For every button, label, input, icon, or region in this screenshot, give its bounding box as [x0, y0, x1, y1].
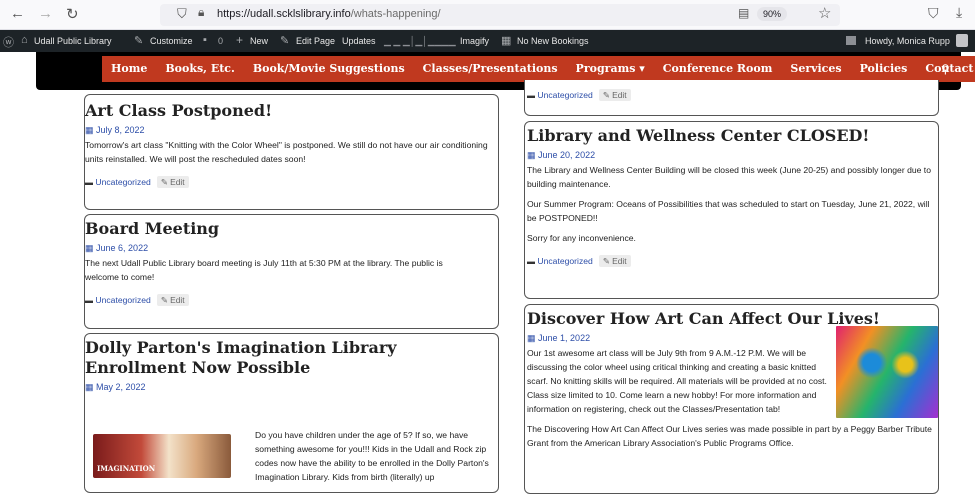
- category-link[interactable]: ▬ Uncategorized: [527, 90, 593, 100]
- lock-icon[interactable]: 🔒︎: [198, 5, 204, 20]
- wordpress-icon[interactable]: ⓦ: [3, 34, 14, 50]
- bookmark-star-icon[interactable]: ☆: [818, 4, 831, 22]
- site-name-link[interactable]: Udall Public Library: [34, 36, 112, 46]
- new-link[interactable]: New: [250, 36, 268, 46]
- edit-pencil-icon[interactable]: ✎: [280, 34, 289, 47]
- post-card: Board Meeting ▦ June 6, 2022 The next Ud…: [84, 214, 499, 329]
- post-card: Dolly Parton's Imagination Library Enrol…: [84, 333, 499, 493]
- pocket-icon[interactable]: ⛉: [928, 5, 939, 22]
- post-title[interactable]: Dolly Parton's Imagination Library Enrol…: [85, 338, 485, 378]
- category-link[interactable]: ▬ Uncategorized: [527, 256, 593, 266]
- folder-icon: ▬: [527, 257, 535, 266]
- nav-books[interactable]: Books, Etc.: [156, 56, 243, 82]
- activity-sparkline: ▁ ▁ ▁│▁│▁▁▁▁: [384, 36, 456, 46]
- post-meta: ▬ Uncategorized ✎ Edit: [527, 89, 938, 101]
- post-card-footer: ▬ Uncategorized ✎ Edit: [524, 80, 939, 116]
- shield-icon[interactable]: ⛉: [177, 6, 187, 22]
- calendar-icon: ▦: [85, 125, 94, 135]
- post-meta: ▬ Uncategorized ✎ Edit: [85, 294, 498, 306]
- post-text: Sorry for any inconvenience.: [527, 233, 636, 243]
- post-card: Discover How Art Can Affect Our Lives! ▦…: [524, 304, 939, 494]
- post-title[interactable]: Art Class Postponed!: [85, 101, 498, 121]
- nav-classes[interactable]: Classes/Presentations: [414, 56, 567, 82]
- colorful-face-art-image[interactable]: [836, 326, 938, 418]
- calendar-icon: ▦: [85, 243, 94, 253]
- post-date[interactable]: ▦ July 8, 2022: [85, 125, 498, 136]
- post-text: Do you have children under the age of 5?…: [255, 430, 489, 482]
- browser-toolbar: ← → ↻ ⛉ 🔒︎ https://udall.scklslibrary.in…: [0, 0, 975, 30]
- search-icon[interactable]: ⚲: [941, 62, 950, 76]
- back-icon[interactable]: ←: [10, 5, 25, 22]
- post-meta: ▬ Uncategorized ✎ Edit: [527, 255, 938, 267]
- post-meta: ▬ Uncategorized ✎ Edit: [85, 176, 498, 188]
- post-text: Tomorrow's art class "Knitting with the …: [85, 140, 488, 164]
- forward-icon[interactable]: →: [38, 5, 53, 22]
- customize-link[interactable]: Customize: [150, 36, 193, 46]
- edit-link[interactable]: ✎ Edit: [156, 176, 189, 188]
- imagify-link[interactable]: Imagify: [460, 36, 489, 46]
- nav-services[interactable]: Services: [781, 56, 850, 82]
- post-date[interactable]: ▦ June 6, 2022: [85, 243, 498, 254]
- nav-suggestions[interactable]: Book/Movie Suggestions: [244, 56, 414, 82]
- reload-icon[interactable]: ↻: [66, 5, 79, 23]
- download-icon[interactable]: ⤓: [956, 4, 962, 21]
- post-title[interactable]: Board Meeting: [85, 219, 498, 239]
- post-text: Our 1st awesome art class will be July 9…: [527, 348, 827, 414]
- folder-icon: ▬: [85, 296, 93, 305]
- image-label: IMAGINATION: [97, 464, 156, 473]
- post-date[interactable]: ▦ June 20, 2022: [527, 150, 938, 161]
- reader-view-icon[interactable]: ▤: [738, 6, 749, 20]
- post-text: Our Summer Program: Oceans of Possibilit…: [527, 199, 930, 223]
- pencil-icon: ✎: [602, 256, 610, 266]
- pencil-icon: ✎: [160, 295, 168, 305]
- monitor-icon[interactable]: [846, 36, 856, 45]
- wp-admin-bar: ⓦ ⌂ Udall Public Library ✎ Customize ▪ 0…: [0, 30, 975, 52]
- nav-home[interactable]: Home: [102, 56, 156, 82]
- zoom-level[interactable]: 90%: [757, 7, 788, 21]
- caret-down-icon: ▾: [639, 62, 645, 75]
- bookings-link[interactable]: No New Bookings: [517, 36, 589, 46]
- category-link[interactable]: ▬ Uncategorized: [85, 295, 151, 305]
- plus-icon[interactable]: +: [236, 33, 243, 47]
- nav-policies[interactable]: Policies: [851, 56, 917, 82]
- post-card: Library and Wellness Center CLOSED! ▦ Ju…: [524, 121, 939, 299]
- post-text: The Discovering How Art Can Affect Our L…: [527, 424, 932, 448]
- folder-icon: ▬: [85, 178, 93, 187]
- category-link[interactable]: ▬ Uncategorized: [85, 177, 151, 187]
- edit-link[interactable]: ✎ Edit: [598, 89, 631, 101]
- comments-icon[interactable]: ▪: [203, 34, 207, 46]
- calendar-icon: ▦: [527, 150, 536, 160]
- pencil-icon: ✎: [160, 177, 168, 187]
- url-text[interactable]: https://udall.scklslibrary.info/whats-ha…: [217, 8, 441, 20]
- avatar[interactable]: [956, 34, 968, 47]
- edit-link[interactable]: ✎ Edit: [598, 255, 631, 267]
- customize-icon[interactable]: ✎: [134, 34, 143, 47]
- nav-programs[interactable]: Programs ▾: [567, 56, 654, 82]
- post-date[interactable]: ▦ May 2, 2022: [85, 382, 498, 393]
- post-title[interactable]: Library and Wellness Center CLOSED!: [527, 126, 938, 146]
- post-text: The Library and Wellness Center Building…: [527, 165, 931, 189]
- updates-link[interactable]: Updates: [342, 36, 376, 46]
- main-menu: Home Books, Etc. Book/Movie Suggestions …: [102, 56, 975, 82]
- calendar-icon: ▦: [85, 382, 94, 392]
- post-card: Art Class Postponed! ▦ July 8, 2022 Tomo…: [84, 94, 499, 210]
- dashboard-icon[interactable]: ⌂: [21, 34, 28, 46]
- pencil-icon: ✎: [602, 90, 610, 100]
- howdy-user[interactable]: Howdy, Monica Rupp: [865, 36, 950, 46]
- edit-page-link[interactable]: Edit Page: [296, 36, 335, 46]
- nav-conference[interactable]: Conference Room: [654, 56, 782, 82]
- post-text: The next Udall Public Library board meet…: [85, 258, 443, 282]
- edit-link[interactable]: ✎ Edit: [156, 294, 189, 306]
- folder-icon: ▬: [527, 91, 535, 100]
- calendar-icon: ▦: [527, 333, 536, 343]
- calendar-icon[interactable]: ▦: [501, 34, 511, 47]
- comments-count[interactable]: 0: [218, 36, 223, 46]
